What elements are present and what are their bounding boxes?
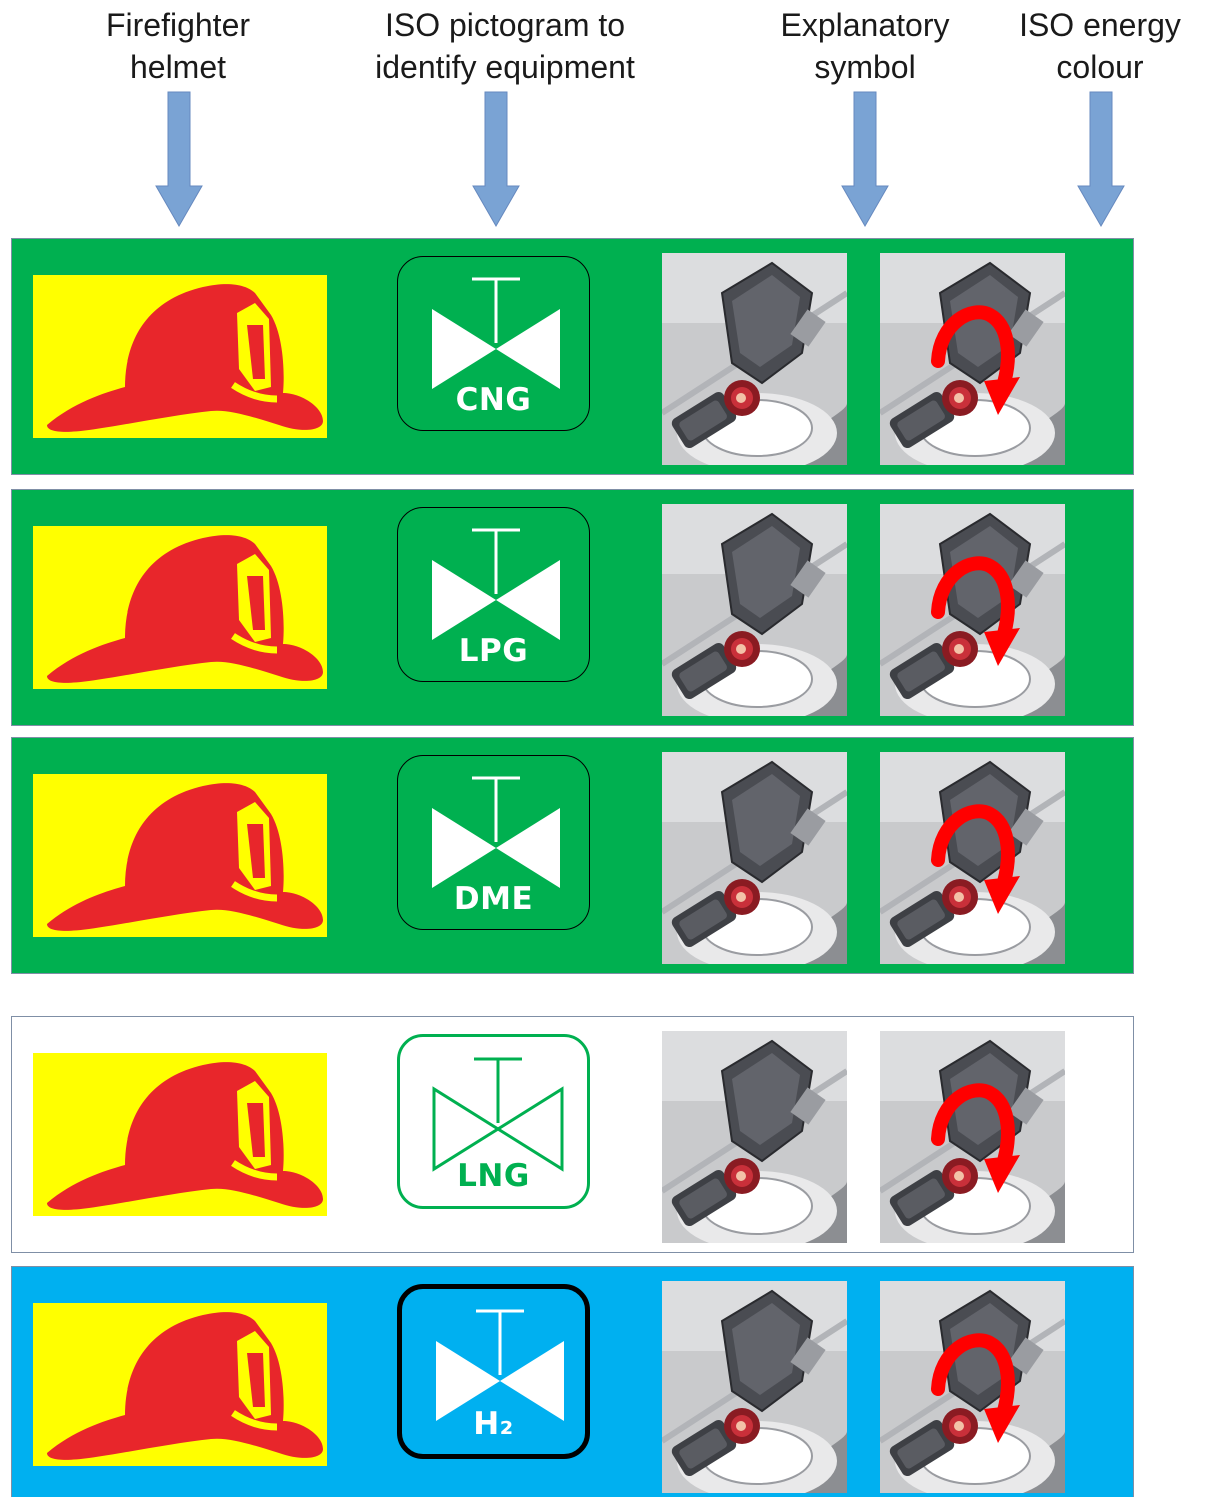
energy-colour-column-label: ISO energy colour	[1019, 7, 1181, 85]
shutoff-valve-photo-with-rotation-arrow	[880, 752, 1065, 964]
valve-photo-with-arrow	[880, 1281, 1065, 1493]
down-arrow-icon	[841, 91, 889, 228]
gas-label: LPG	[458, 633, 529, 669]
valve-photo-with-arrow	[880, 1031, 1065, 1243]
gas-label: H₂	[473, 1406, 514, 1442]
shutoff-valve-photo	[662, 1031, 847, 1243]
firefighter-helmet-icon	[47, 1312, 323, 1460]
helmet-panel	[33, 1053, 327, 1216]
valve-icon	[432, 776, 560, 888]
valve-photo-with-arrow	[880, 752, 1065, 964]
firefighter-helmet-icon	[47, 535, 323, 683]
pictogram-column-label: ISO pictogram to identify equipment	[375, 7, 635, 85]
iso-pictogram: CNG	[397, 256, 590, 431]
gas-label: LNG	[457, 1158, 530, 1194]
down-arrow-icon	[1077, 91, 1125, 228]
gas-label: DME	[453, 881, 534, 917]
shutoff-valve-photo	[662, 752, 847, 964]
valve-photo	[662, 504, 847, 716]
iso-pictogram: LPG	[397, 507, 590, 682]
helmet-panel	[33, 526, 327, 689]
valve-icon	[432, 1057, 564, 1172]
down-arrow-icon	[155, 91, 203, 228]
shutoff-valve-photo-with-rotation-arrow	[880, 504, 1065, 716]
shutoff-valve-photo-with-rotation-arrow	[880, 1031, 1065, 1243]
helmet-column-label: Firefighter helmet	[105, 7, 251, 85]
helmet-panel	[33, 1303, 327, 1466]
shutoff-valve-photo	[662, 1281, 847, 1493]
shutoff-valve-photo	[662, 253, 847, 465]
valve-photo-with-arrow	[880, 504, 1065, 716]
valve-icon	[432, 277, 560, 389]
valve-photo	[662, 253, 847, 465]
iso-pictogram: LNG	[397, 1034, 590, 1209]
fuel-row-H₂: H₂	[11, 1266, 1134, 1497]
firefighter-helmet-icon	[47, 783, 323, 931]
valve-photo	[662, 752, 847, 964]
gas-label: CNG	[455, 382, 532, 418]
valve-photo-with-arrow	[880, 253, 1065, 465]
shutoff-valve-photo-with-rotation-arrow	[880, 1281, 1065, 1493]
fuel-row-LNG: LNG	[11, 1016, 1134, 1253]
shutoff-valve-photo	[662, 504, 847, 716]
explanatory-symbol-column-label: Explanatory symbol	[780, 7, 950, 85]
iso-pictogram: DME	[397, 755, 590, 930]
helmet-panel	[33, 275, 327, 438]
valve-photo	[662, 1031, 847, 1243]
helmet-panel	[33, 774, 327, 937]
fuel-row-CNG: CNG	[11, 238, 1134, 475]
valve-photo	[662, 1281, 847, 1493]
firefighter-helmet-icon	[47, 1062, 323, 1210]
valve-icon	[432, 528, 560, 640]
iso-pictogram: H₂	[397, 1284, 590, 1459]
down-arrow-icon	[472, 91, 520, 228]
fuel-row-LPG: LPG	[11, 489, 1134, 726]
firefighter-helmet-icon	[47, 284, 323, 432]
shutoff-valve-photo-with-rotation-arrow	[880, 253, 1065, 465]
fuel-row-DME: DME	[11, 737, 1134, 974]
